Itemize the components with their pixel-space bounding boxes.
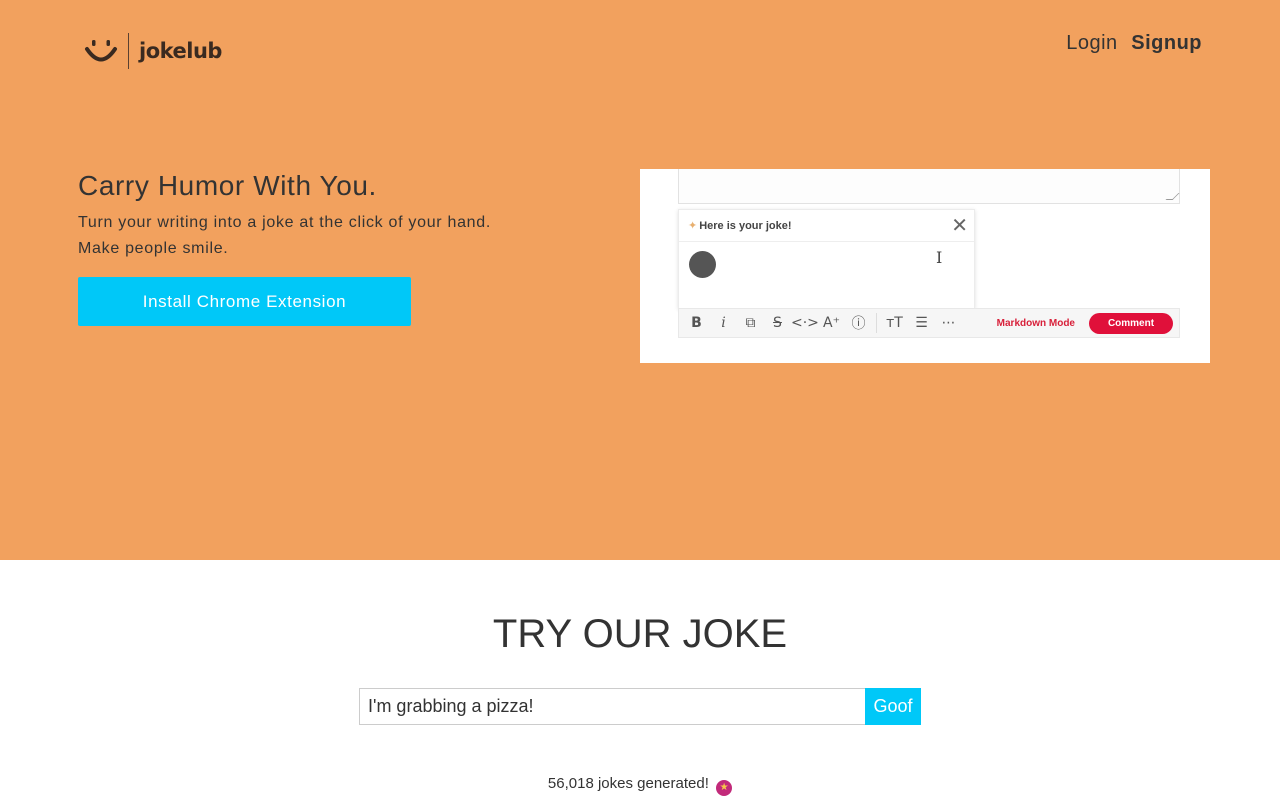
strikethrough-icon: S [773, 315, 782, 331]
hero-section: jokelub Login Signup Carry Humor With Yo… [0, 0, 1280, 560]
install-chrome-extension-button[interactable]: Install Chrome Extension [78, 277, 411, 326]
markdown-mode-link: Markdown Mode [996, 317, 1075, 329]
link-icon: ⧉ [745, 315, 756, 331]
popup-header: ✦ Here is your joke! [679, 210, 974, 242]
extension-preview-image: ✦ Here is your joke! ✕ I B i ⧉ S <·> A⁺ … [640, 169, 1210, 363]
hero-text: Carry Humor With You. Turn your writing … [78, 170, 491, 262]
bold-icon: B [691, 315, 702, 331]
info-icon: ⓘ [851, 316, 866, 332]
logo[interactable]: jokelub [84, 33, 222, 69]
list-icon: ☰ [915, 315, 928, 331]
signup-link[interactable]: Signup [1131, 32, 1202, 54]
editor-toolbar: B i ⧉ S <·> A⁺ ⓘ ᴛT ☰ ⋯ Markdown Mode Co… [678, 308, 1180, 338]
brand-name: jokelub [139, 39, 222, 63]
text-size-icon: A⁺ [823, 315, 840, 331]
hero-subtitle-line2: Make people smile. [78, 240, 229, 257]
hero-title: Carry Humor With You. [78, 170, 377, 201]
text-cursor-icon: I [936, 248, 943, 267]
login-link[interactable]: Login [1066, 32, 1117, 54]
sparkle-icon: ✦ [688, 220, 698, 232]
loading-spinner-icon [689, 251, 716, 278]
resize-handle-icon [1165, 193, 1180, 200]
top-nav: Login Signup [1066, 32, 1202, 55]
jokes-counter: 56,018 jokes generated! ★ [0, 775, 1280, 796]
close-icon: ✕ [951, 213, 968, 237]
joke-popup: ✦ Here is your joke! ✕ I [678, 209, 975, 309]
hero-subtitle-line1: Turn your writing into a joke at the cli… [78, 214, 492, 231]
toolbar-divider [876, 313, 877, 333]
comment-button: Comment [1089, 312, 1173, 334]
try-joke-title: TRY OUR JOKE [492, 612, 788, 656]
popup-title: Here is your joke! [699, 219, 792, 232]
heading-icon: ᴛT [886, 315, 903, 331]
logo-divider [128, 33, 129, 69]
code-icon: <·> [791, 315, 819, 331]
try-joke-form: Goof [359, 688, 921, 725]
star-struck-emoji-icon: ★ [716, 780, 733, 796]
italic-icon: i [721, 315, 726, 331]
jokes-counter-text: 56,018 jokes generated! [547, 775, 709, 792]
joke-input[interactable] [359, 688, 865, 725]
more-icon: ⋯ [941, 315, 956, 331]
goof-button[interactable]: Goof [865, 688, 921, 725]
preview-editor-box [678, 169, 1180, 204]
smiley-face-icon [85, 40, 117, 62]
